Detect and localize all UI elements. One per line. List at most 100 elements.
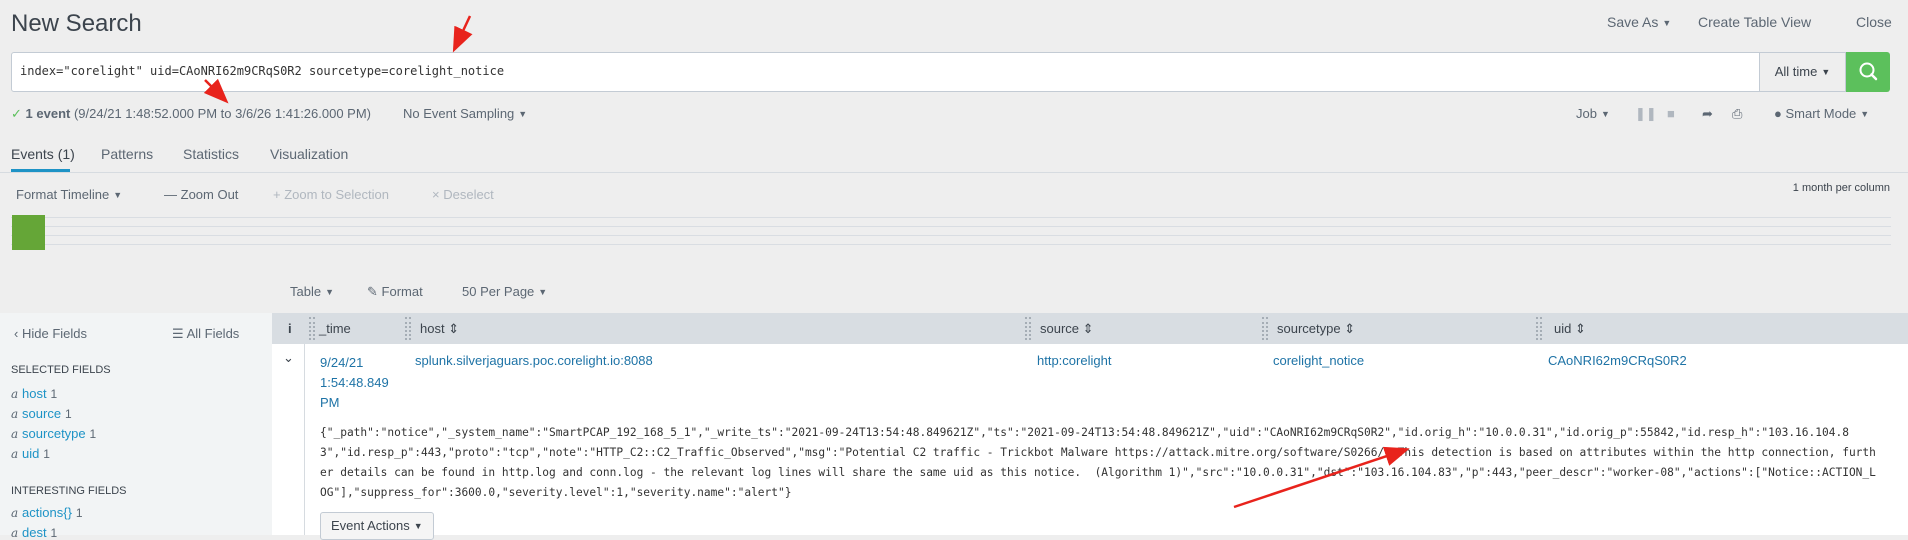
save-as-menu[interactable]: Save As ▼ <box>1607 14 1671 30</box>
job-menu[interactable]: Job ▼ <box>1576 106 1610 121</box>
timeline-scale-label: 1 month per column <box>1792 182 1890 194</box>
event-count: 1 event <box>25 106 71 121</box>
caret-down-icon: ▼ <box>325 287 334 297</box>
event-time[interactable]: 9/24/21 1:54:48.849 PM <box>320 353 389 413</box>
uid-column-header[interactable]: uid ⇕ <box>1554 321 1586 337</box>
field-count: 1 <box>43 447 50 461</box>
field-type: a <box>11 526 19 540</box>
hide-fields-button[interactable]: ‹ Hide Fields <box>14 326 87 341</box>
field-count: 1 <box>89 427 97 441</box>
pencil-icon: ✎ <box>367 284 378 299</box>
sampling-menu[interactable]: No Event Sampling ▼ <box>403 106 527 121</box>
all-fields-label: All Fields <box>186 326 240 341</box>
caret-down-icon: ▼ <box>518 109 528 119</box>
chevron-left-icon: ‹ <box>14 326 19 341</box>
timeline-gridline <box>11 217 1891 218</box>
field-name: host <box>22 386 47 401</box>
event-time-range: (9/24/21 1:48:52.000 PM to 3/6/26 1:41:2… <box>73 106 372 121</box>
time-column-header[interactable]: _time <box>319 321 351 336</box>
format-menu[interactable]: ✎ Format <box>367 284 423 300</box>
field-name: dest <box>22 525 47 540</box>
field-item[interactable]: a host 1 <box>11 385 57 401</box>
caret-down-icon: ▼ <box>413 521 423 531</box>
format-timeline-menu[interactable]: Format Timeline ▼ <box>16 187 122 202</box>
per-page-menu[interactable]: 50 Per Page ▼ <box>462 284 547 299</box>
info-column-header: i <box>288 321 292 336</box>
event-sourcetype[interactable]: corelight_notice <box>1273 353 1364 368</box>
all-fields-button[interactable]: ☰ All Fields <box>172 326 239 342</box>
sourcetype-column-header[interactable]: sourcetype ⇕ <box>1277 321 1355 337</box>
print-icon[interactable]: ⎙ <box>1732 106 1742 122</box>
row-expand-cell[interactable]: ⌄ <box>272 344 305 535</box>
column-resize-handle[interactable] <box>1536 317 1542 340</box>
column-resize-handle[interactable] <box>1025 317 1031 340</box>
share-icon[interactable]: ➦ <box>1702 106 1713 122</box>
search-input[interactable]: index="corelight" uid=CAoNRI62m9CRqS0R2 … <box>11 52 1760 92</box>
event-count-status: ✓ 1 event (9/24/21 1:48:52.000 PM to 3/6… <box>11 106 371 122</box>
search-query-text: index="corelight" uid=CAoNRI62m9CRqS0R2 … <box>20 64 505 78</box>
field-item[interactable]: a uid 1 <box>11 445 50 461</box>
fields-sidebar <box>0 313 272 535</box>
field-name: actions{} <box>22 505 72 520</box>
event-source[interactable]: http:corelight <box>1037 353 1111 368</box>
plus-icon: + <box>273 187 281 202</box>
source-column-header[interactable]: source ⇕ <box>1040 321 1094 337</box>
field-item[interactable]: a sourcetype 1 <box>11 425 96 441</box>
deselect-label: Deselect <box>443 187 494 202</box>
time-range-picker[interactable]: All time ▼ <box>1760 52 1846 92</box>
table-view-menu[interactable]: Table ▼ <box>290 284 334 299</box>
field-type: a <box>11 447 19 461</box>
zoom-out-button[interactable]: — Zoom Out <box>164 187 238 202</box>
host-column-header[interactable]: host ⇕ <box>420 321 459 337</box>
time-range-label: All time <box>1774 64 1818 79</box>
column-resize-handle[interactable] <box>1262 317 1268 340</box>
save-as-label: Save As <box>1607 14 1659 30</box>
search-button[interactable] <box>1846 52 1890 92</box>
field-count: 1 <box>50 526 58 540</box>
caret-down-icon: ▼ <box>1821 67 1831 77</box>
deselect-button[interactable]: × Deselect <box>432 187 494 202</box>
raw-event-text[interactable]: {"_path":"notice","_system_name":"SmartP… <box>320 423 1882 503</box>
timeline-gridline <box>11 226 1891 227</box>
selected-fields-heading: SELECTED FIELDS <box>11 364 111 376</box>
timeline-bar[interactable] <box>12 215 45 250</box>
field-count: 1 <box>75 506 83 520</box>
field-count: 1 <box>64 407 72 421</box>
pause-icon[interactable]: ❚❚ <box>1635 106 1657 122</box>
field-type: a <box>11 506 19 520</box>
event-uid[interactable]: CAoNRI62m9CRqS0R2 <box>1548 353 1687 368</box>
chevron-down-icon[interactable]: ⌄ <box>283 350 294 366</box>
caret-down-icon: ▼ <box>1860 109 1870 119</box>
close-button[interactable]: Close <box>1856 14 1892 30</box>
zoom-out-label: Zoom Out <box>180 187 239 202</box>
field-name: uid <box>22 446 40 461</box>
stop-icon[interactable]: ■ <box>1667 106 1675 121</box>
event-host[interactable]: splunk.silverjaguars.poc.corelight.io:80… <box>415 353 653 368</box>
interesting-fields-heading: INTERESTING FIELDS <box>11 485 127 497</box>
field-item[interactable]: a source 1 <box>11 405 72 421</box>
create-table-view-button[interactable]: Create Table View <box>1698 14 1811 30</box>
x-icon: × <box>432 187 440 202</box>
check-icon: ✓ <box>11 106 22 121</box>
tab-visualization[interactable]: Visualization <box>270 146 348 162</box>
events-table-header: i _time host ⇕ source ⇕ sourcetype ⇕ uid… <box>272 313 1908 344</box>
field-type: a <box>11 407 19 421</box>
field-item[interactable]: a dest 1 <box>11 524 57 540</box>
tab-statistics[interactable]: Statistics <box>183 146 239 162</box>
annotation-arrow <box>452 15 473 53</box>
tab-patterns[interactable]: Patterns <box>101 146 153 162</box>
hide-fields-label: Hide Fields <box>21 326 87 341</box>
field-name: sourcetype <box>22 426 86 441</box>
field-type: a <box>11 427 19 441</box>
field-item[interactable]: a actions{} 1 <box>11 504 83 520</box>
column-resize-handle[interactable] <box>405 317 411 340</box>
caret-down-icon: ▼ <box>113 190 123 200</box>
event-actions-button[interactable]: Event Actions ▼ <box>320 512 434 540</box>
smart-mode-label: Smart Mode <box>1785 106 1857 121</box>
tab-events[interactable]: Events (1) <box>11 146 75 162</box>
field-name: source <box>22 406 62 421</box>
column-resize-handle[interactable] <box>309 317 315 340</box>
zoom-to-selection-button[interactable]: + Zoom to Selection <box>273 187 389 202</box>
sort-icon: ⇕ <box>1082 321 1094 336</box>
smart-mode-menu[interactable]: ● Smart Mode ▼ <box>1774 106 1869 121</box>
